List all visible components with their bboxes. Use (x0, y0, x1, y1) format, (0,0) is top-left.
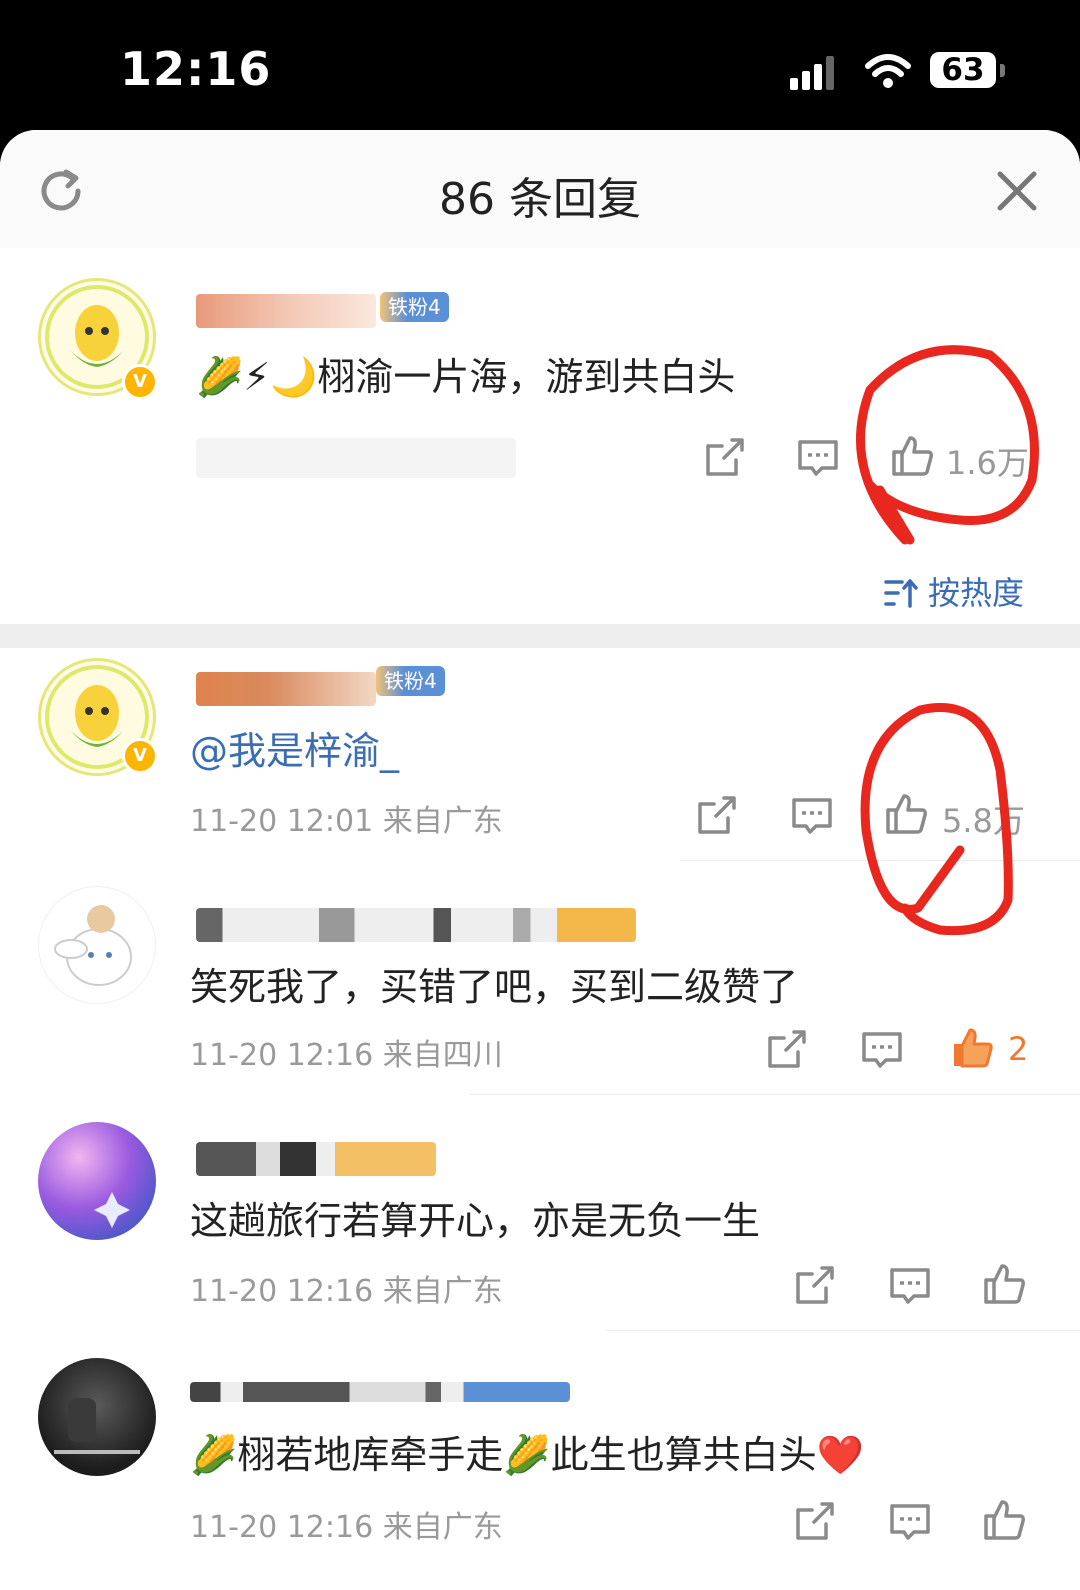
verified-badge: V (122, 364, 158, 400)
comment-meta: 11-20 12:16 来自四川 (190, 1038, 503, 1073)
verified-badge: V (122, 738, 158, 774)
comment-text[interactable]: @我是梓渝_ (190, 720, 399, 775)
meta-blurred (196, 438, 516, 478)
comment-text: 🌽⚡🌙栩渝一片海，游到共白头 (196, 346, 735, 401)
sheet-title: 86 条回复 (439, 174, 641, 225)
share-icon[interactable] (792, 1264, 836, 1308)
avatar[interactable] (38, 1358, 156, 1476)
username-blurred[interactable] (196, 908, 636, 942)
battery-tip (1000, 64, 1005, 77)
heart-emoji: ❤️ (816, 1433, 864, 1477)
avatar[interactable] (38, 886, 156, 1004)
username-blurred[interactable] (190, 1382, 570, 1402)
close-icon[interactable] (996, 170, 1038, 212)
comment-meta: 11-20 12:01 来自广东 (190, 804, 503, 839)
comment-icon[interactable] (790, 794, 834, 838)
username-blurred[interactable] (196, 672, 376, 706)
comment-icon[interactable] (888, 1500, 932, 1544)
status-bar: 12:16 63 (0, 0, 1080, 132)
comment-icon[interactable] (860, 1028, 904, 1072)
like-icon[interactable] (890, 434, 934, 478)
comment-text: 笑死我了，买错了吧，买到二级赞了 (190, 965, 799, 1009)
wifi-icon (865, 54, 911, 88)
share-icon[interactable] (792, 1500, 836, 1544)
planet-avatar-icon (94, 1192, 130, 1228)
divider (470, 1094, 1080, 1095)
username-blurred[interactable] (196, 294, 376, 328)
fan-badge: 铁粉4 (376, 666, 445, 696)
username-blurred[interactable] (196, 1142, 436, 1176)
like-count: 5.8万 (942, 802, 1025, 840)
like-icon[interactable] (982, 1498, 1026, 1542)
comment-text: 这趟旅行若算开心，亦是无负一生 (190, 1199, 761, 1243)
comment-icon[interactable] (796, 436, 840, 480)
comment-meta: 11-20 12:16 来自广东 (190, 1274, 503, 1309)
like-count: 2 (1008, 1030, 1029, 1068)
share-icon[interactable] (694, 794, 738, 838)
like-count: 1.6万 (946, 444, 1029, 482)
like-icon-active[interactable] (950, 1026, 994, 1070)
like-icon[interactable] (982, 1262, 1026, 1306)
divider-band (0, 624, 1080, 648)
sort-toggle[interactable]: 按热度 (884, 568, 1024, 614)
fan-badge: 铁粉4 (380, 292, 449, 322)
comment-body: 栩若地库牵手走🌽此生也算共白头 (237, 1433, 817, 1477)
video-avatar-icon (54, 1398, 140, 1454)
like-icon[interactable] (884, 792, 928, 836)
comment-emoji: 🌽⚡🌙 (196, 355, 318, 399)
status-time: 12:16 (120, 42, 272, 96)
comment-meta: 11-20 12:16 来自广东 (190, 1510, 503, 1545)
signal-icon (790, 56, 834, 90)
share-icon[interactable] (702, 436, 746, 480)
share-icon[interactable] (764, 1028, 808, 1072)
avatar[interactable] (38, 1122, 156, 1240)
replies-sheet: 86 条回复 V 铁粉4 🌽⚡🌙栩渝一片海，游到共白头 1.6万 按热度 V 铁… (0, 130, 1080, 1590)
comment-body: 栩渝一片海，游到共白头 (317, 355, 736, 399)
divider (606, 1330, 1080, 1331)
comment-icon[interactable] (888, 1264, 932, 1308)
comment-emoji: 🌽 (190, 1433, 238, 1477)
sort-label: 按热度 (928, 574, 1025, 612)
bunny-avatar-icon (54, 905, 132, 986)
battery-indicator: 63 (930, 52, 996, 88)
sort-icon (884, 579, 918, 608)
divider (680, 860, 1080, 861)
sheet-header: 86 条回复 (0, 130, 1080, 249)
comment-text: 🌽栩若地库牵手走🌽此生也算共白头❤️ (190, 1424, 864, 1479)
